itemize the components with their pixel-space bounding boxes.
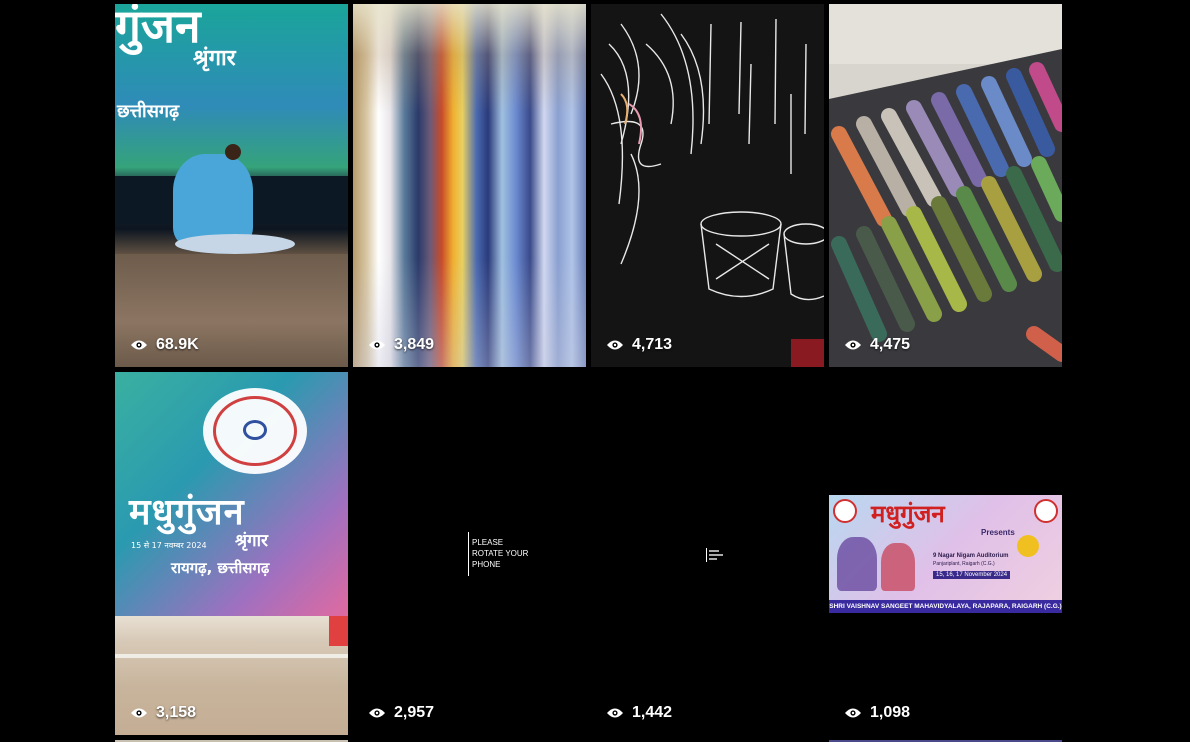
poster-venue: 9 Nagar Nigam Auditorium: [933, 553, 1009, 559]
video-tile-5[interactable]: मधुगुंजन श्रृंगार 15 से 17 नवम्बर 2024 र…: [115, 372, 348, 735]
eye-icon: [844, 707, 862, 719]
video-tile-1[interactable]: गुंजन श्रृंगार छत्तीसगढ़ 68.9K: [115, 4, 348, 367]
view-count: 3,849: [368, 336, 434, 354]
video-tile-3[interactable]: 4,713: [591, 4, 824, 367]
thumb-title: गुंजन: [115, 4, 201, 53]
thumb-location: छत्तीसगढ़: [117, 101, 180, 122]
view-count: 2,957: [368, 704, 434, 722]
view-count-value: 3,158: [156, 704, 197, 721]
video-thumbnail: मधुगुंजन श्रृंगार 15 से 17 नवम्बर 2024 र…: [115, 372, 348, 735]
view-count-value: 1,442: [632, 704, 673, 721]
view-count: 68.9K: [130, 336, 199, 354]
thumb-subtitle: श्रृंगार: [235, 531, 268, 551]
rotate-notice-line-3: PHONE: [472, 560, 501, 569]
video-thumbnail: गुंजन श्रृंगार छत्तीसगढ़: [115, 4, 348, 367]
thumb-location: रायगढ़, छत्तीसगढ़: [171, 559, 270, 577]
poster-dates: 15, 16, 17 November 2024: [933, 571, 1011, 579]
view-count-value: 3,849: [394, 336, 435, 353]
view-count: 3,158: [130, 704, 196, 722]
view-count-value: 4,475: [870, 336, 911, 353]
video-thumbnail: [591, 372, 824, 735]
eye-icon: [844, 339, 862, 351]
eye-icon: [606, 339, 624, 351]
thumb-subtitle: श्रृंगार: [193, 46, 236, 71]
eye-icon: [606, 707, 624, 719]
eye-icon: [130, 707, 148, 719]
poster-title: मधुगुंजन: [871, 500, 945, 528]
event-poster: मधुगुंजन Presents 9 Nagar Nigam Auditori…: [829, 495, 1062, 613]
poster-organizer: SHRI VAISHNAV SANGEET MAHAVIDYALAYA, RAJ…: [829, 600, 1062, 613]
eye-icon: [130, 339, 148, 351]
video-tile-4[interactable]: 4,475: [829, 4, 1062, 367]
video-tile-2[interactable]: 3,849: [353, 4, 586, 367]
eye-icon: [368, 339, 386, 351]
poster-address: Panjariplant, Raigarh (C.G.): [933, 561, 995, 567]
view-count: 4,475: [844, 336, 910, 354]
video-tile-6[interactable]: PLEASE ROTATE YOUR PHONE 2,957: [353, 372, 586, 735]
view-count: 1,098: [844, 704, 910, 722]
video-grid: गुंजन श्रृंगार छत्तीसगढ़ 68.9K 3,849 4,7…: [115, 4, 1063, 742]
thumb-dates: 15 से 17 नवम्बर 2024: [131, 541, 207, 550]
view-count-value: 68.9K: [156, 336, 199, 353]
poster-presents: Presents: [981, 528, 1015, 537]
view-count-value: 2,957: [394, 704, 435, 721]
video-thumbnail: [591, 4, 824, 367]
rotate-notice-line-2: ROTATE YOUR: [472, 549, 529, 558]
thumb-title: मधुगुंजन: [129, 492, 245, 533]
rotate-notice-line-1: PLEASE: [472, 538, 504, 547]
view-count-value: 4,713: [632, 336, 673, 353]
view-count-value: 1,098: [870, 704, 911, 721]
video-tile-7[interactable]: 1,442: [591, 372, 824, 735]
eye-icon: [368, 707, 386, 719]
video-thumbnail: मधुगुंजन Presents 9 Nagar Nigam Auditori…: [829, 372, 1062, 735]
video-thumbnail: [829, 4, 1062, 367]
view-count: 1,442: [606, 704, 672, 722]
view-count: 4,713: [606, 336, 672, 354]
video-thumbnail: PLEASE ROTATE YOUR PHONE: [353, 372, 586, 735]
video-thumbnail: [353, 4, 586, 367]
video-tile-8[interactable]: मधुगुंजन Presents 9 Nagar Nigam Auditori…: [829, 372, 1062, 735]
